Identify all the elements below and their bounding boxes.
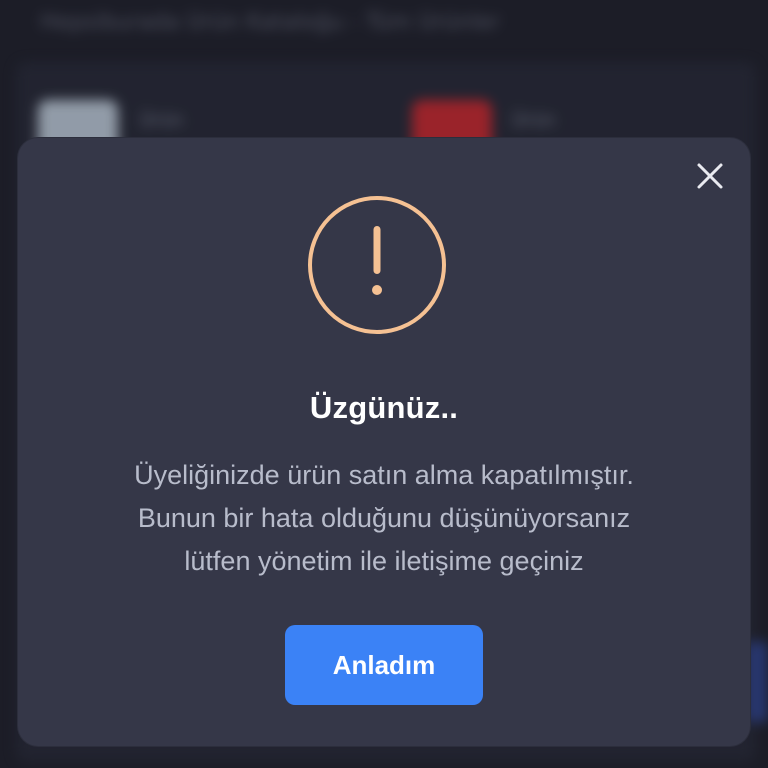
dialog-message-line: lütfen yönetim ile iletişime geçiniz (184, 546, 584, 576)
confirm-button[interactable]: Anladım (285, 625, 483, 705)
warning-circle-icon (308, 196, 446, 334)
page: Hepsiburada Ürün Kataloğu - Tüm Ürünler … (0, 0, 768, 768)
background-product-label: Ürün (140, 110, 184, 131)
dialog-message-line: Üyeliğinizde ürün satın alma kapatılmışt… (134, 460, 634, 490)
background-top-text: Hepsiburada Ürün Kataloğu - Tüm Ürünler (40, 10, 501, 35)
dialog-message-line: Bunun bir hata olduğunu düşünüyorsanız (137, 503, 631, 533)
background-product-label: Ürün (512, 110, 556, 131)
close-button[interactable] (692, 158, 728, 194)
dialog-title: Üzgünüz.. (309, 390, 459, 425)
error-dialog: Üzgünüz.. Üyeliğinizde ürün satın alma k… (18, 138, 750, 746)
dialog-message: Üyeliğinizde ürün satın alma kapatılmışt… (18, 454, 750, 583)
close-icon (697, 163, 723, 189)
